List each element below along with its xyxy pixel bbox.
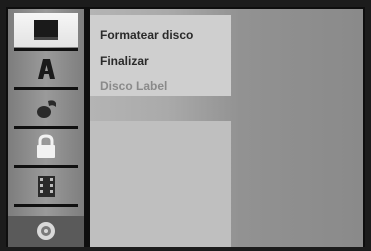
submenu-panel: Formatear disco Finalizar Disco Label	[90, 15, 231, 96]
menu-item-disc-label: Disco Label	[100, 79, 168, 93]
sidebar-separator	[14, 126, 78, 129]
sidebar	[8, 9, 84, 247]
sidebar-item-disc[interactable]	[8, 216, 84, 247]
sidebar-item-language[interactable]	[14, 52, 78, 86]
sidebar-separator	[14, 165, 78, 168]
disc-icon	[37, 222, 55, 240]
letter-a-icon	[38, 59, 55, 79]
sidebar-separator	[14, 48, 78, 51]
film-strip-icon	[38, 176, 55, 197]
menu-item-finalize[interactable]: Finalizar	[100, 54, 149, 68]
sidebar-separator	[14, 87, 78, 90]
lock-icon	[37, 134, 55, 158]
sidebar-item-disc-setup[interactable]	[14, 13, 78, 47]
menu-item-format-disc[interactable]: Formatear disco	[100, 28, 193, 42]
sidebar-item-audio[interactable]	[14, 91, 78, 125]
sidebar-item-video[interactable]	[14, 169, 78, 203]
info-panel	[90, 121, 231, 247]
sidebar-separator	[14, 204, 78, 207]
black-square-icon	[34, 20, 58, 40]
music-note-icon	[37, 100, 56, 118]
sidebar-item-lock[interactable]	[14, 130, 78, 164]
